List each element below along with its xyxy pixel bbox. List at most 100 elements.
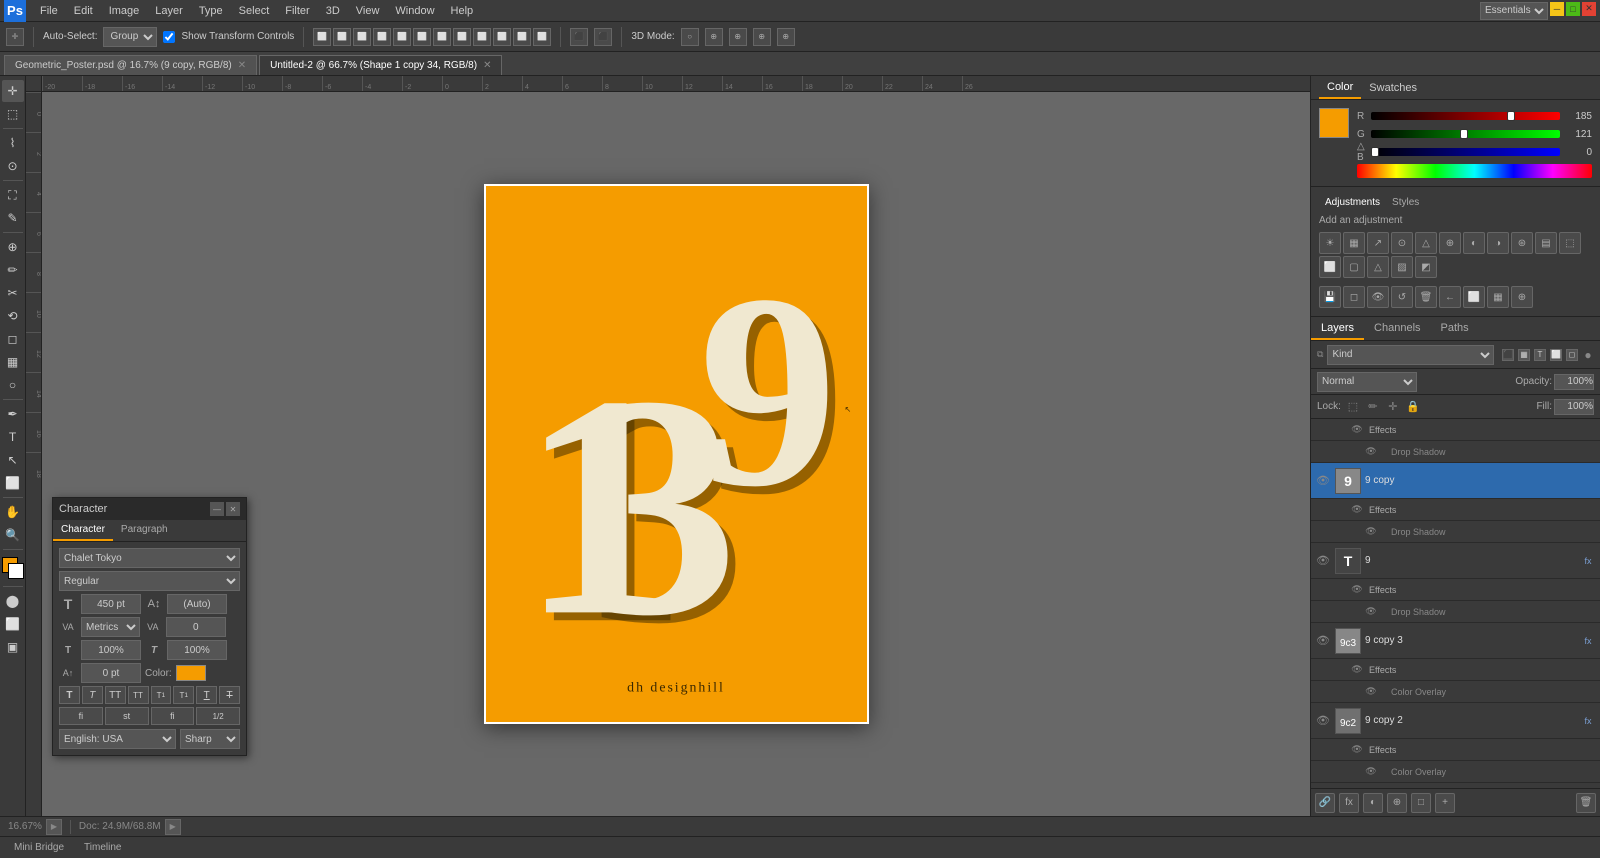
smallcaps-btn[interactable]: TT [128,686,149,704]
menu-select[interactable]: Select [231,3,278,19]
align-bottom-icon[interactable]: ⬜ [413,28,431,46]
brush-tool[interactable]: ✏ [2,259,24,281]
fill-input[interactable] [1554,399,1594,415]
3d-drag-icon[interactable]: ⊕ [729,28,747,46]
subscript-btn[interactable]: T1 [173,686,194,704]
bw-adj[interactable]: ◑ [1487,232,1509,254]
clone-tool[interactable]: ✂ [2,282,24,304]
effects-eye-3[interactable]: 👁 [1349,582,1365,598]
quick-mask[interactable]: ⬤ [2,590,24,612]
underline-btn[interactable]: T [196,686,217,704]
zoom-tool[interactable]: 🔍 [2,524,24,546]
align-left-icon[interactable]: ⬜ [313,28,331,46]
colorbalance-adj[interactable]: ◐ [1463,232,1485,254]
gradient-tool[interactable]: ▦ [2,351,24,373]
posterize-adj[interactable]: ▢ [1343,256,1365,278]
menu-filter[interactable]: Filter [277,3,317,19]
menu-view[interactable]: View [348,3,388,19]
character-panel-close[interactable]: ✕ [226,502,240,516]
grid-adj[interactable]: ▦ [1487,286,1509,308]
marquee-tool[interactable]: ⬚ [2,103,24,125]
layer-link-btn[interactable]: 🔗 [1315,793,1335,813]
tab-geometric-close[interactable]: ✕ [238,60,246,71]
filter-pixel-icon[interactable]: ⬛ [1502,349,1514,361]
drop-shadow-eye-3[interactable]: 👁 [1363,604,1379,620]
eraser-tool[interactable]: ◻ [2,328,24,350]
menu-3d[interactable]: 3D [318,3,348,19]
filter-shape-icon[interactable]: ⬜ [1550,349,1562,361]
dist-right-icon[interactable]: ⬜ [473,28,491,46]
effects-eye-4[interactable]: 👁 [1349,662,1365,678]
bold-btn[interactable]: T [59,686,80,704]
tab-layers[interactable]: Layers [1311,317,1364,340]
screen-mode[interactable]: ⬜ [2,613,24,635]
history-brush[interactable]: ⟲ [2,305,24,327]
tab-untitled-close[interactable]: ✕ [483,60,491,71]
effects-eye-5[interactable]: 👁 [1349,742,1365,758]
tab-swatches[interactable]: Swatches [1361,78,1425,98]
text-tool[interactable]: T [2,426,24,448]
effects-eye-1[interactable]: 👁 [1349,422,1365,438]
align-top-icon[interactable]: ⬜ [373,28,391,46]
canvas-body[interactable]: 9 1 3 9 1 3 dh designhill [42,92,1310,816]
background-color[interactable] [8,563,24,579]
tab-geometric[interactable]: Geometric_Poster.psd @ 16.7% (9 copy, RG… [4,55,257,75]
gradient-map-adj[interactable]: ▨ [1391,256,1413,278]
triangle-adj[interactable]: △ [1415,232,1437,254]
layer-9[interactable]: 👁 T 9 fx [1311,543,1600,579]
align-right-icon[interactable]: ⬜ [353,28,371,46]
show-transform-checkbox[interactable] [163,31,175,43]
ligature-btn[interactable]: fi [59,707,103,725]
zoom-arrow[interactable]: ▶ [46,819,62,835]
clip-adj[interactable]: ◻ [1343,286,1365,308]
fractions-btn[interactable]: 1/2 [196,707,240,725]
arrange2-icon[interactable]: ⬛ [594,28,612,46]
doc-info-arrow[interactable]: ▶ [165,819,181,835]
filter-adjust-icon[interactable]: ▦ [1518,349,1530,361]
path-select[interactable]: ↖ [2,449,24,471]
color-spectrum[interactable] [1357,164,1592,178]
visibility-adj[interactable]: 👁 [1367,286,1389,308]
curves-adj[interactable]: ↗ [1367,232,1389,254]
superscript-btn[interactable]: T1 [151,686,172,704]
tab-paths[interactable]: Paths [1431,317,1479,340]
uppercase-btn[interactable]: TT [105,686,126,704]
tab-paragraph[interactable]: Paragraph [113,520,176,541]
kerning-input[interactable] [166,617,226,637]
blend-mode-select[interactable]: Normal Dissolve Multiply Screen [1317,372,1417,392]
color-preview-swatch[interactable] [1319,108,1349,138]
channelmix-adj[interactable]: ▤ [1535,232,1557,254]
levels-adj[interactable]: ▦ [1343,232,1365,254]
language-select[interactable]: English: USA [59,729,176,749]
align-center-icon[interactable]: ⬜ [333,28,351,46]
menu-layer[interactable]: Layer [147,3,191,19]
selectivecolor-adj[interactable]: ◩ [1415,256,1437,278]
character-panel-header[interactable]: Character — ✕ [53,498,246,520]
maximize-button[interactable]: □ [1566,2,1580,16]
g-thumb[interactable] [1460,129,1468,139]
strikethrough-btn[interactable]: T [219,686,240,704]
r-slider[interactable] [1371,112,1560,120]
color-overlay-eye-2[interactable]: 👁 [1363,764,1379,780]
layer-9-eye[interactable]: 👁 [1315,553,1331,569]
3d-slide-icon[interactable]: ⊕ [753,28,771,46]
tracking-select[interactable]: Metrics Optical [81,617,140,637]
layer-9copy2-fx[interactable]: fx [1580,713,1596,729]
layer-group-btn[interactable]: □ [1411,793,1431,813]
character-panel-collapse[interactable]: — [210,502,224,516]
font-size-input[interactable] [81,594,141,614]
dist-center-icon[interactable]: ⬜ [453,28,471,46]
menu-image[interactable]: Image [101,3,148,19]
lock-position-icon[interactable]: ✛ [1385,399,1401,415]
hue-adj[interactable]: ⊕ [1439,232,1461,254]
auto-select-dropdown[interactable]: Group Layer [103,27,157,47]
font-style-select[interactable]: Regular [59,571,240,591]
dist-top-icon[interactable]: ⬜ [493,28,511,46]
tab-mini-bridge[interactable]: Mini Bridge [4,840,74,855]
layer-9copy2-eye[interactable]: 👁 [1315,713,1331,729]
brightness-adj[interactable]: ☀ [1319,232,1341,254]
minimize-button[interactable]: ─ [1550,2,1564,16]
scale-h-input[interactable] [81,640,141,660]
effects-eye-2[interactable]: 👁 [1349,502,1365,518]
color-swatch-char[interactable] [176,665,206,681]
